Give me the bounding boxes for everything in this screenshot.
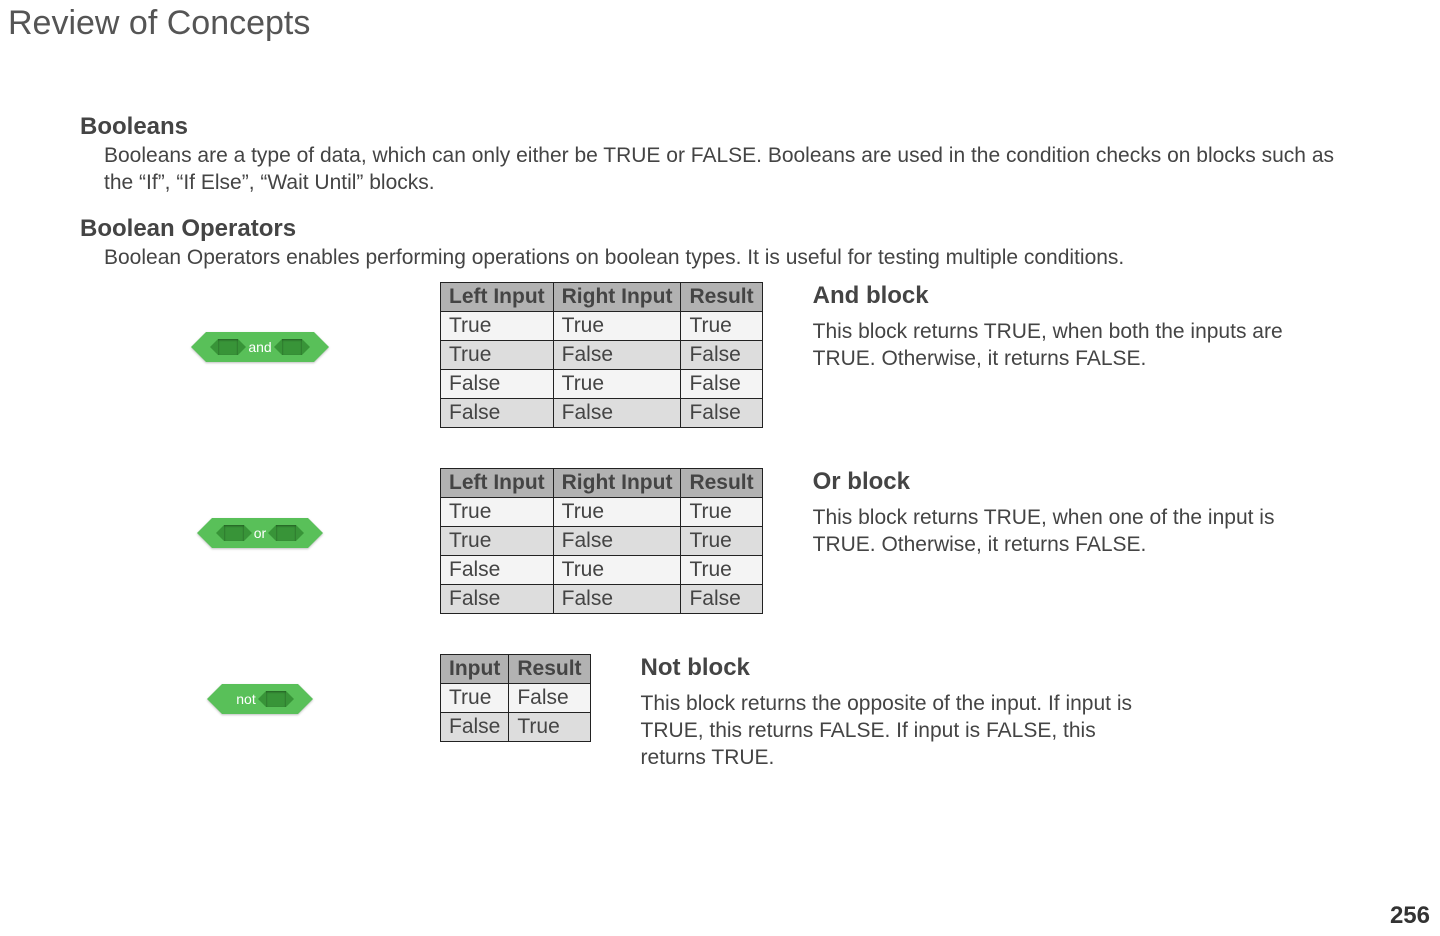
and-block-icon-col: and [80, 282, 440, 362]
cell: False [441, 369, 554, 398]
cell: True [553, 555, 681, 584]
not-th-1: Result [509, 654, 590, 683]
boolean-operators-body: Boolean Operators enables performing ope… [104, 245, 1360, 272]
and-desc-text: This block returns TRUE, when both the i… [813, 318, 1333, 373]
and-left-slot [218, 339, 238, 355]
or-block-label: or [254, 525, 266, 541]
not-block-icon: not [222, 684, 297, 714]
cell: False [681, 369, 762, 398]
table-row: False False False [441, 584, 763, 613]
cell: False [509, 683, 590, 712]
and-truth-table: Left Input Right Input Result True True … [440, 282, 763, 428]
and-right-slot [282, 339, 302, 355]
not-block-icon-col: not [80, 654, 440, 714]
and-th-1: Right Input [553, 282, 681, 311]
cell: False [441, 398, 554, 427]
page-number: 256 [1390, 902, 1430, 930]
cell: True [553, 311, 681, 340]
not-desc-col: Not block This block returns the opposit… [641, 654, 1161, 772]
not-th-0: Input [441, 654, 509, 683]
and-desc-heading: And block [813, 282, 1333, 310]
cell: False [681, 340, 762, 369]
cell: False [553, 398, 681, 427]
and-row: and Left Input Right Input Result True T… [80, 282, 1360, 428]
page-title: Review of Concepts [8, 4, 1440, 43]
cell: True [553, 497, 681, 526]
not-table-col: Input Result True False False True [440, 654, 591, 742]
table-row: False False False [441, 398, 763, 427]
cell: False [681, 584, 762, 613]
or-desc-heading: Or block [813, 468, 1333, 496]
boolean-operators-heading: Boolean Operators [80, 215, 1360, 243]
cell: True [681, 311, 762, 340]
or-th-1: Right Input [553, 468, 681, 497]
cell: True [681, 497, 762, 526]
or-block-icon: or [212, 518, 308, 548]
or-block-icon-col: or [80, 468, 440, 548]
cell: True [441, 497, 554, 526]
cell: True [681, 526, 762, 555]
or-th-2: Result [681, 468, 762, 497]
or-table-col: Left Input Right Input Result True True … [440, 468, 763, 614]
booleans-heading: Booleans [80, 113, 1360, 141]
content-area: Booleans Booleans are a type of data, wh… [80, 113, 1360, 772]
table-row: True False True [441, 526, 763, 555]
or-desc-col: Or block This block returns TRUE, when o… [813, 468, 1333, 559]
cell: True [441, 526, 554, 555]
table-row: False True [441, 712, 591, 741]
cell: False [441, 584, 554, 613]
not-row: not Input Result True False False True [80, 654, 1360, 772]
cell: False [681, 398, 762, 427]
table-row: True True True [441, 311, 763, 340]
table-row: False True True [441, 555, 763, 584]
cell: True [509, 712, 590, 741]
table-row: True False [441, 683, 591, 712]
or-truth-table: Left Input Right Input Result True True … [440, 468, 763, 614]
table-row: True True True [441, 497, 763, 526]
or-left-slot [224, 525, 244, 541]
cell: True [441, 683, 509, 712]
and-block-label: and [248, 339, 271, 355]
cell: True [441, 340, 554, 369]
cell: True [553, 369, 681, 398]
or-desc-text: This block returns TRUE, when one of the… [813, 504, 1333, 559]
not-desc-heading: Not block [641, 654, 1161, 682]
and-desc-col: And block This block returns TRUE, when … [813, 282, 1333, 373]
table-row: False True False [441, 369, 763, 398]
booleans-body: Booleans are a type of data, which can o… [104, 143, 1360, 197]
or-right-slot [276, 525, 296, 541]
or-row: or Left Input Right Input Result True Tr… [80, 468, 1360, 614]
cell: True [681, 555, 762, 584]
or-th-0: Left Input [441, 468, 554, 497]
table-row: True False False [441, 340, 763, 369]
not-slot [266, 691, 286, 707]
and-th-2: Result [681, 282, 762, 311]
cell: False [553, 526, 681, 555]
and-th-0: Left Input [441, 282, 554, 311]
cell: False [441, 555, 554, 584]
cell: False [553, 584, 681, 613]
not-truth-table: Input Result True False False True [440, 654, 591, 742]
and-table-col: Left Input Right Input Result True True … [440, 282, 763, 428]
not-desc-text: This block returns the opposite of the i… [641, 690, 1161, 772]
not-block-label: not [236, 691, 255, 707]
cell: False [553, 340, 681, 369]
cell: True [441, 311, 554, 340]
cell: False [441, 712, 509, 741]
and-block-icon: and [206, 332, 313, 362]
